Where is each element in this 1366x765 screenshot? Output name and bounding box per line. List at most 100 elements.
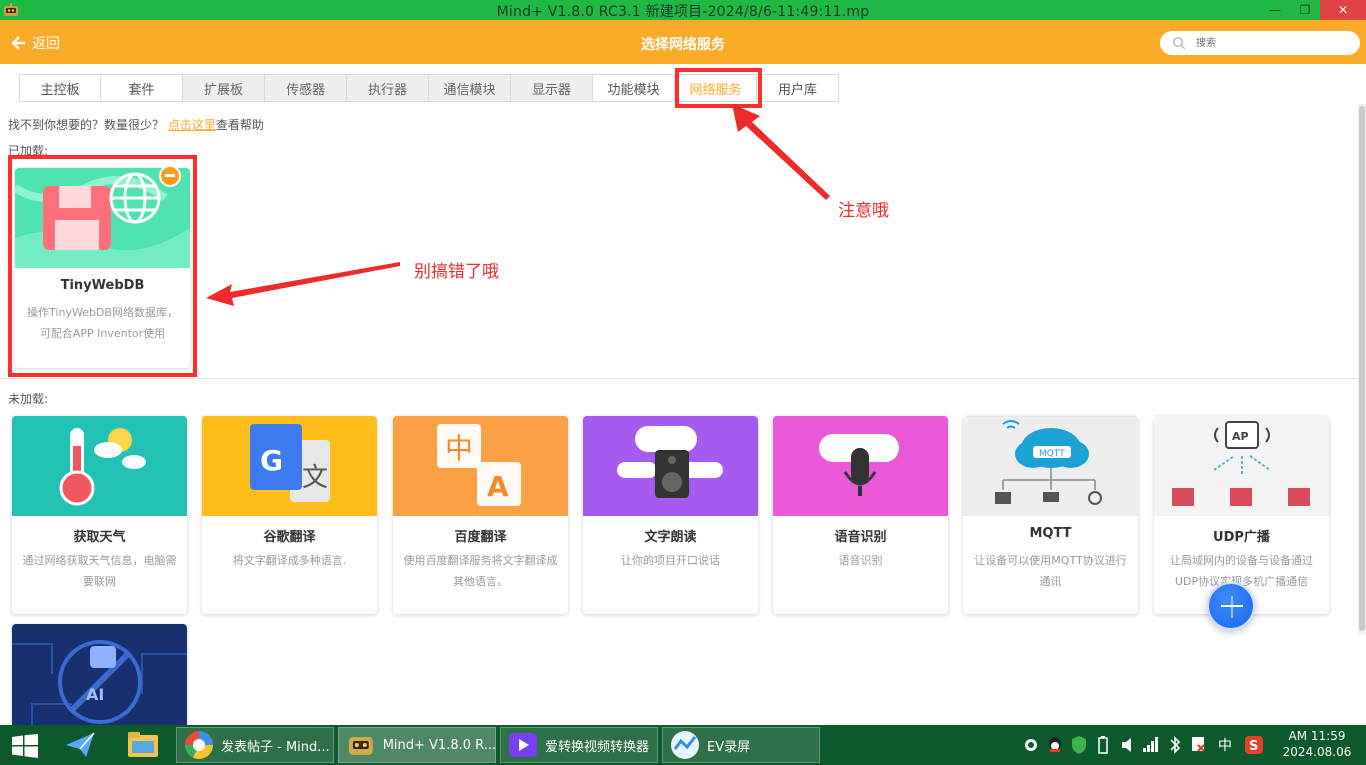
taskbar: 发表帖子 - Mind... Mind+ V1.8.0 R... 爱转换视频转换… <box>0 725 1366 765</box>
qq-icon[interactable] <box>1046 735 1064 755</box>
network-signal-icon[interactable] <box>1142 735 1160 753</box>
security-shield-icon[interactable] <box>1070 735 1088 755</box>
ime-indicator[interactable]: 中 <box>1218 735 1232 755</box>
maximize-button[interactable]: ❐ <box>1290 0 1320 20</box>
card-description: 让你的项目开口说话 <box>621 554 720 567</box>
svg-text:A: A <box>487 470 509 503</box>
scrollbar-thumb[interactable] <box>1359 106 1365 631</box>
help-suffix: 查看帮助 <box>215 118 264 132</box>
volume-icon[interactable] <box>1120 736 1136 754</box>
title-bar: Mind+ V1.8.0 RC3.1 新建项目-2024/8/6-11:49:1… <box>0 0 1366 20</box>
floating-assistant-button[interactable] <box>1207 582 1255 630</box>
udp-broadcast-thumbnail-icon: AP <box>1154 416 1329 516</box>
video-converter-icon <box>509 733 537 757</box>
extension-card-ai[interactable]: AI <box>12 624 187 725</box>
page-header: 返回 选择网络服务 <box>0 20 1366 64</box>
remove-extension-icon[interactable] <box>159 165 181 187</box>
mqtt-cloud-thumbnail-icon: MQTT <box>963 416 1138 516</box>
bird-app-icon[interactable] <box>64 729 98 761</box>
svg-text:G: G <box>260 444 283 477</box>
extension-card-tinywebdb[interactable]: TinyWebDB 操作TinyWebDB网络数据库，可配合APP Invent… <box>15 168 190 368</box>
tab-highlight-box <box>675 68 762 108</box>
close-button[interactable]: ✕ <box>1320 0 1366 20</box>
card-description: 语音识别 <box>838 554 883 567</box>
extension-card-speech-recognition[interactable]: 语音识别 语音识别 <box>773 416 948 614</box>
taskbar-window-video-converter[interactable]: 爱转换视频转换器 <box>500 727 658 763</box>
arrow-to-card-icon <box>206 262 400 306</box>
tab-user-library[interactable]: 用户库 <box>757 74 839 102</box>
tab-communication[interactable]: 通信模块 <box>429 74 511 102</box>
card-title: TinyWebDB <box>60 278 145 293</box>
card-title: 获取天气 <box>73 530 126 545</box>
extension-card-text-to-speech[interactable]: 文字朗读 让你的项目开口说话 <box>583 416 758 614</box>
battery-icon[interactable] <box>1096 735 1110 755</box>
svg-text:文: 文 <box>302 463 328 493</box>
card-title: 语音识别 <box>834 530 887 545</box>
file-explorer-icon[interactable] <box>126 729 160 761</box>
card-description: 让设备可以使用MQTT协议进行通讯 <box>974 554 1127 588</box>
annotation-arrows <box>206 104 830 306</box>
baidu-translate-thumbnail-icon: 中 A <box>393 416 568 516</box>
tab-expansion-board[interactable]: 扩展板 <box>183 74 265 102</box>
system-clock[interactable]: AM 11:59 2024.08.06 <box>1282 728 1352 760</box>
card-title: 百度翻译 <box>454 530 507 545</box>
speaker-thumbnail-icon <box>583 416 758 516</box>
arrow-to-tab-icon <box>732 104 830 200</box>
search-icon <box>1172 36 1186 50</box>
taskbar-window-ev-recorder[interactable]: EV录屏 <box>662 727 820 763</box>
search-box[interactable] <box>1160 31 1360 55</box>
google-translate-thumbnail-icon: 文 G <box>202 416 377 516</box>
microphone-thumbnail-icon <box>773 416 948 516</box>
taskbar-window-mindplus[interactable]: Mind+ V1.8.0 R... <box>338 727 496 763</box>
mindplus-icon <box>348 737 373 755</box>
browser-icon <box>185 731 213 759</box>
svg-text:MQTT: MQTT <box>1039 449 1065 459</box>
tray-app-icon[interactable] <box>1022 737 1040 753</box>
tab-display[interactable]: 显示器 <box>511 74 593 102</box>
card-description: 将文字翻译成多种语言. <box>232 554 347 567</box>
card-description: 使用百度翻译服务将文字翻译成其他语言。 <box>403 554 558 588</box>
weather-thumbnail-icon <box>12 416 187 516</box>
svg-text:中: 中 <box>445 432 473 465</box>
tab-function-module[interactable]: 功能模块 <box>593 74 675 102</box>
card-title: MQTT <box>1029 526 1072 541</box>
help-prefix: 找不到你想要的？数量很少？ <box>8 118 168 132</box>
unloaded-section-label: 未加载: <box>8 392 49 406</box>
card-title: UDP广播 <box>1213 530 1270 545</box>
svg-text:AP: AP <box>1232 430 1249 443</box>
taskbar-window-label: Mind+ V1.8.0 R... <box>382 737 495 753</box>
help-link[interactable]: 点击这里 <box>168 118 216 132</box>
vertical-scrollbar[interactable] <box>1358 104 1366 634</box>
taskbar-window-label: EV录屏 <box>707 739 751 755</box>
notification-flag-icon[interactable] <box>1190 735 1208 755</box>
windows-start-icon[interactable] <box>12 734 38 758</box>
bluetooth-icon[interactable] <box>1168 735 1182 755</box>
dash-icon <box>1221 605 1243 607</box>
extension-card-mqtt[interactable]: MQTT MQTT 让设备可以使用MQTT协议进行通讯 <box>963 416 1138 614</box>
annotation-note-tab: 注意哦 <box>838 201 889 221</box>
window-title: Mind+ V1.8.0 RC3.1 新建项目-2024/8/6-11:49:1… <box>496 4 870 20</box>
card-title: 谷歌翻译 <box>263 530 316 545</box>
card-title: 文字朗读 <box>644 530 697 545</box>
tab-kit[interactable]: 套件 <box>101 74 183 102</box>
tab-mainboard[interactable]: 主控板 <box>19 74 101 102</box>
search-input[interactable] <box>1196 34 1346 52</box>
svg-text:AI: AI <box>86 685 104 704</box>
card-description: 操作TinyWebDB网络数据库，可配合APP Inventor使用 <box>27 306 178 340</box>
ev-recorder-icon <box>671 731 699 759</box>
section-divider <box>0 378 1358 379</box>
extension-card-google-translate[interactable]: 文 G 谷歌翻译 将文字翻译成多种语言. <box>202 416 377 614</box>
taskbar-window-label: 发表帖子 - Mind... <box>221 739 330 755</box>
extension-card-baidu-translate[interactable]: 中 A 百度翻译 使用百度翻译服务将文字翻译成其他语言。 <box>393 416 568 614</box>
sogou-input-icon[interactable]: S <box>1244 735 1264 755</box>
annotation-note-card: 别搞错了哦 <box>414 262 499 282</box>
crosshair-icon <box>1231 596 1233 618</box>
extension-card-weather[interactable]: 获取天气 通过网络获取天气信息，电脑需要联网 <box>12 416 187 614</box>
svg-text:S: S <box>1249 739 1258 754</box>
tab-actuator[interactable]: 执行器 <box>347 74 429 102</box>
clock-date: 2024.08.06 <box>1282 745 1352 759</box>
tab-sensor[interactable]: 传感器 <box>265 74 347 102</box>
taskbar-window-browser[interactable]: 发表帖子 - Mind... <box>176 727 334 763</box>
minimize-button[interactable]: — <box>1260 0 1290 20</box>
help-text: 找不到你想要的？数量很少？ 点击这里查看帮助 <box>8 116 264 133</box>
